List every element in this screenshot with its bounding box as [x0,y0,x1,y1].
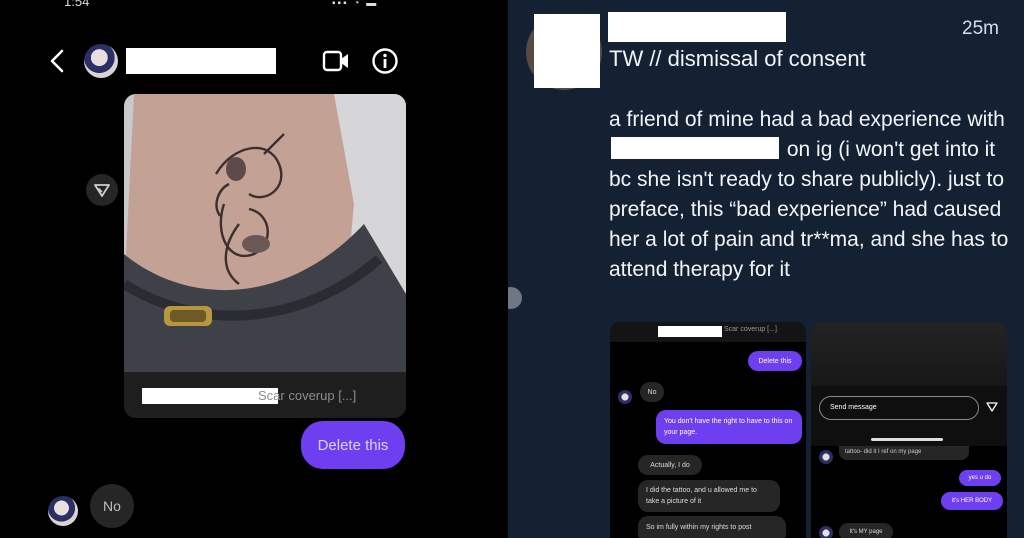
thread-post-panel: 25m TW // dismissal of consent a friend … [508,0,1024,538]
post-body: a friend of mine had a bad experience wi… [609,105,1009,285]
embedded-story-area [811,322,1007,386]
embedded-rights-bubble: So im fully within my rights to post [638,516,786,538]
post-title: TW // dismissal of consent [609,46,866,71]
embedded-my-page-bubble: It's MY page [839,523,893,538]
embedded-send-message-field: Send message [819,396,979,420]
shared-post-card[interactable]: Scar coverup [...] [124,94,406,418]
author-avatar-redaction [534,14,600,88]
embedded-username-redaction [658,326,722,337]
post-body-end: on ig (i won't get into it bc she isn't … [609,138,1009,281]
embedded-delete-bubble: Delete this [748,351,802,371]
inline-username-redaction [611,137,779,159]
embedded-actually-bubble: Actually, I do [638,455,702,475]
embedded-yes-bubble: yes u do [959,470,1001,486]
attached-screenshot-1[interactable]: Scar coverup [...] Delete this No You do… [610,322,806,538]
video-call-icon[interactable] [322,48,350,74]
tattoo-photo [124,94,406,372]
reply-avatar[interactable] [48,496,78,526]
shared-post-caption-row[interactable]: Scar coverup [...] [124,374,406,418]
share-icon[interactable] [86,174,118,206]
contact-avatar[interactable] [84,44,118,78]
embedded-avatar [819,450,833,464]
incoming-message-bubble[interactable]: No [90,484,134,528]
author-name-redaction [608,12,786,42]
embedded-caption: Scar coverup [...] [724,326,777,333]
dm-conversation-panel: 1:54 ▪▪▪ ◔ ▬ Scar coverup [...] Delete t… [0,0,508,538]
embedded-tattoo-bubble: I did the tattoo, and u allowed me to ta… [638,480,780,512]
embedded-home-indicator [871,438,943,441]
back-arrow-icon[interactable] [46,46,68,76]
post-body-start: a friend of mine had a bad experience wi… [609,108,1005,131]
post-timestamp: 25m [962,18,999,39]
status-bar-icons: ▪▪▪ ◔ ▬ [332,0,379,9]
info-icon[interactable] [371,47,399,75]
embedded-no-bubble: No [640,382,664,402]
embedded-avatar [618,390,632,404]
send-icon [986,402,998,412]
outgoing-message-bubble[interactable]: Delete this [301,421,405,469]
embedded-her-body-bubble: it's HER BODY [941,492,1003,510]
thread-connector-dot [508,287,522,309]
contact-name-redaction [126,48,276,74]
attached-screenshot-2[interactable]: Send message tattoo- did it I ref on my … [811,322,1007,538]
shared-post-caption: Scar coverup [...] [258,388,357,403]
embedded-top-bubble: tattoo- did it I ref on my page [839,446,969,460]
status-bar-time: 1:54 [64,0,90,9]
embedded-right-bubble: You don't have the right to have to this… [656,410,802,444]
embedded-avatar [819,526,833,538]
